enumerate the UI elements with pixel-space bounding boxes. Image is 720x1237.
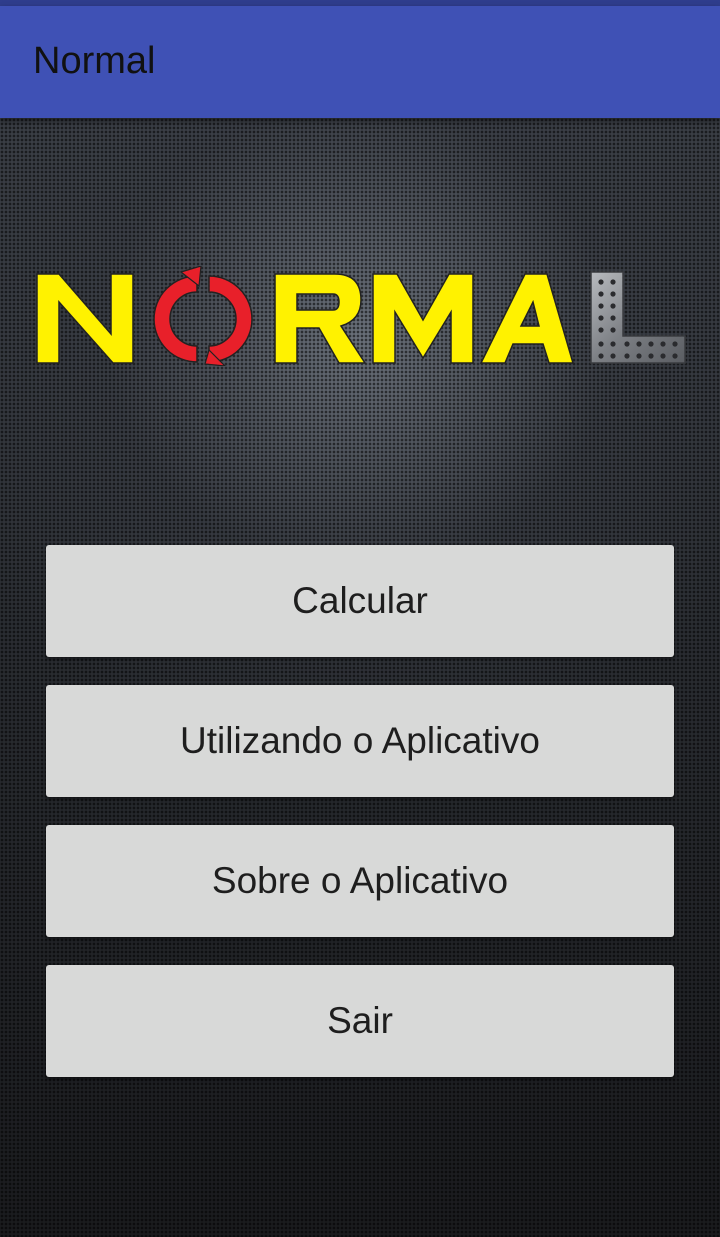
logo-letter-a — [479, 273, 575, 364]
app-bar: Normal — [0, 6, 720, 118]
app-title: Normal — [33, 40, 156, 82]
sair-button[interactable]: Sair — [46, 965, 674, 1077]
utilizando-aplicativo-button[interactable]: Utilizando o Aplicativo — [46, 685, 674, 797]
logo-letter-l-metal — [590, 271, 686, 364]
logo-letter-n — [36, 273, 134, 364]
logo-letter-m — [372, 273, 474, 364]
calcular-button[interactable]: Calcular — [46, 545, 674, 657]
normal-logo — [35, 266, 687, 366]
logo-letter-o-arrows — [153, 266, 253, 366]
logo-letter-r — [274, 273, 367, 364]
sobre-aplicativo-button[interactable]: Sobre o Aplicativo — [46, 825, 674, 937]
